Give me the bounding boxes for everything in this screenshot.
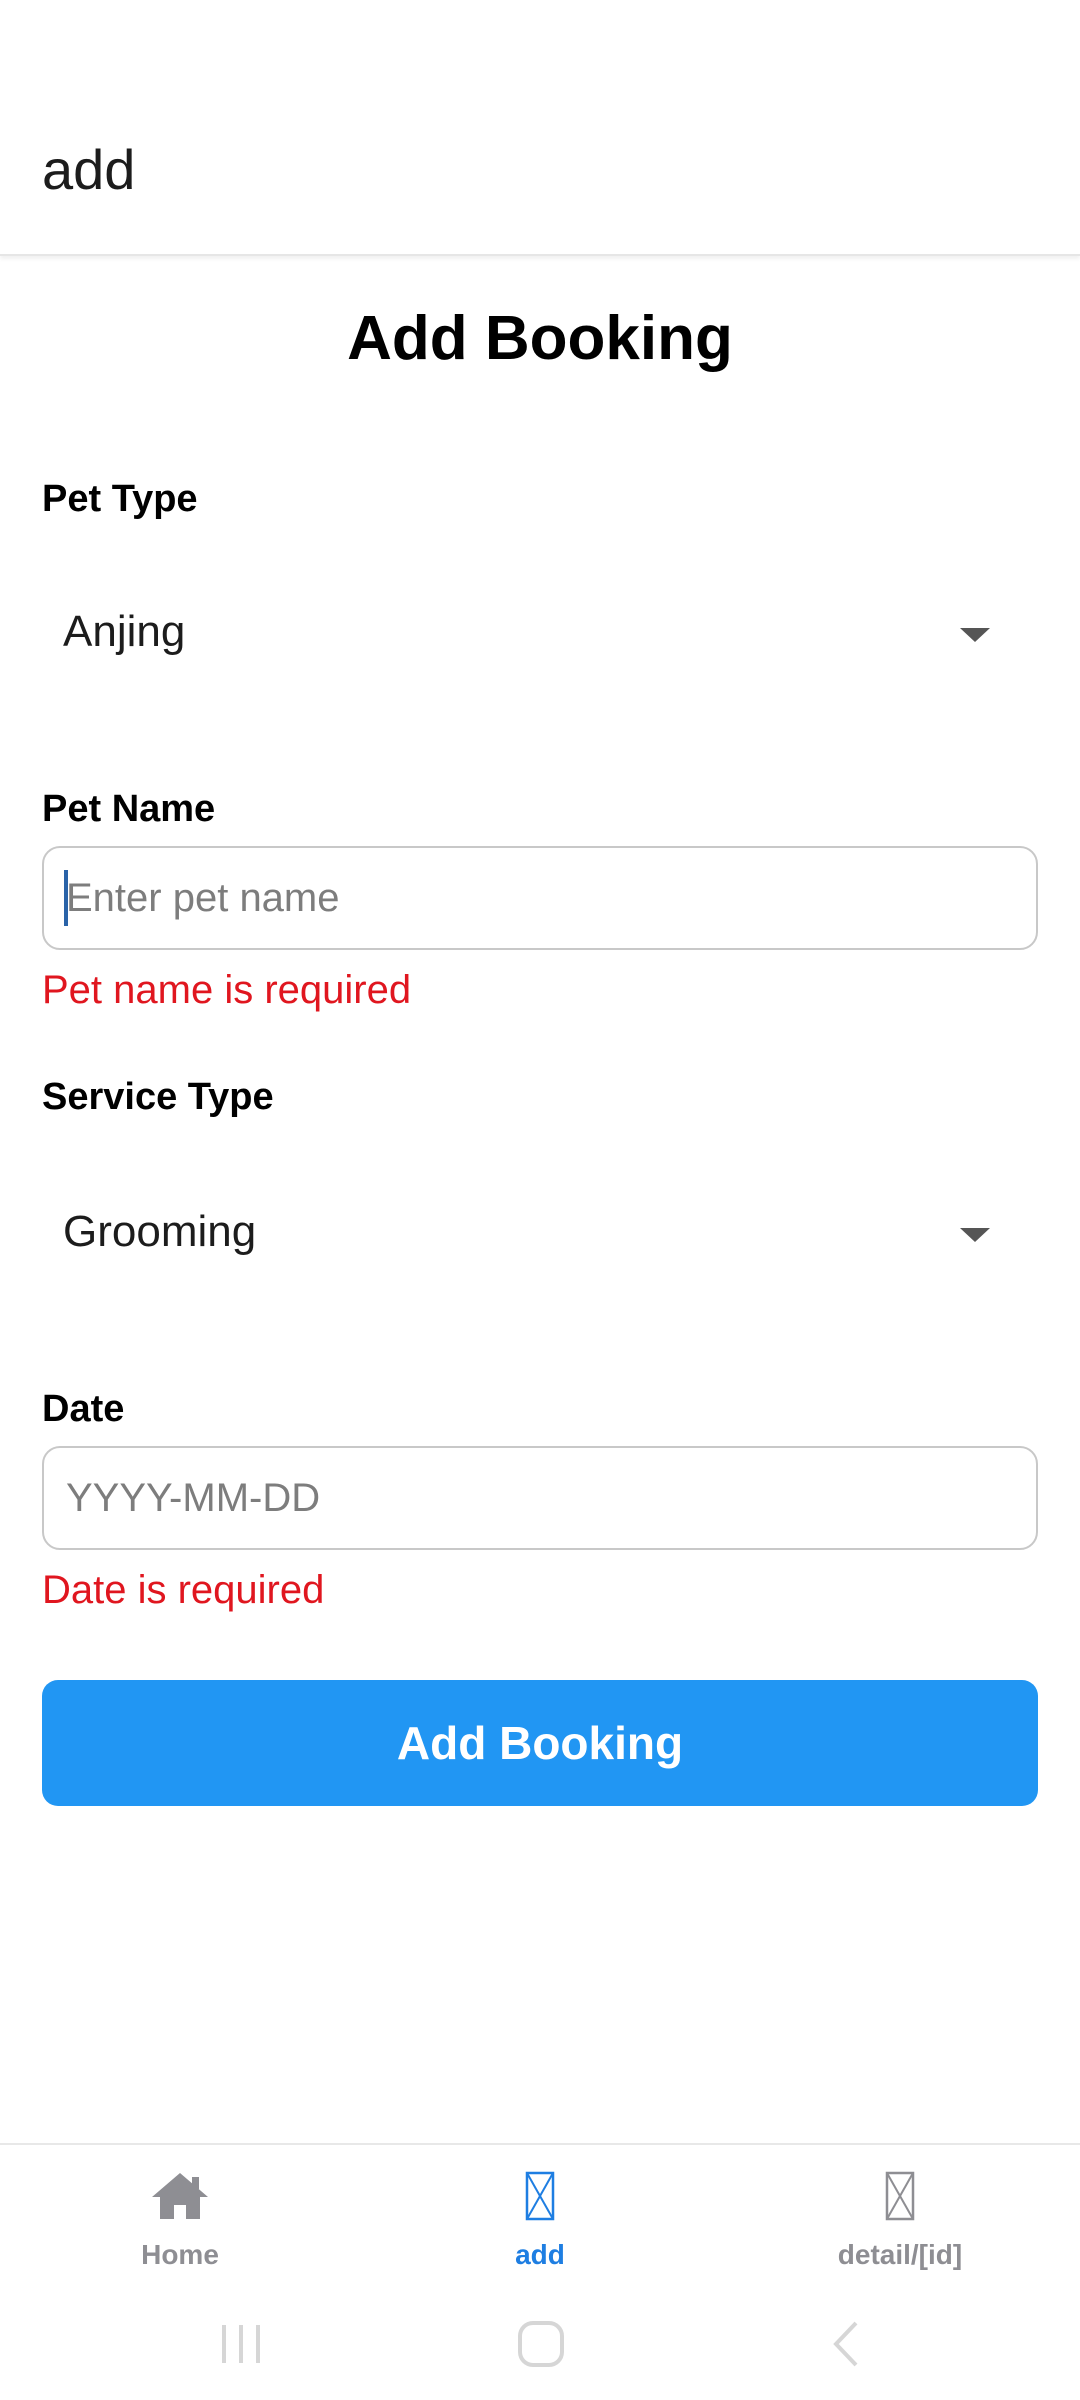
placeholder-icon — [525, 2171, 555, 2226]
pet-name-error: Pet name is required — [42, 968, 412, 1012]
date-label: Date — [42, 1388, 125, 1430]
service-type-label: Service Type — [42, 1076, 274, 1118]
pet-name-input[interactable] — [42, 846, 1038, 950]
tab-detail-label: detail/[id] — [837, 2239, 963, 2270]
bottom-tab-bar: Home add detail/[id] — [0, 2143, 1080, 2295]
system-nav-bar — [0, 2295, 1080, 2400]
home-nav-icon[interactable] — [516, 2319, 566, 2374]
dropdown-caret-icon — [960, 628, 990, 642]
tab-home-label: Home — [141, 2239, 219, 2270]
back-icon[interactable] — [826, 2319, 866, 2374]
service-type-picker[interactable]: Grooming — [42, 1172, 1038, 1292]
tab-add[interactable]: add — [360, 2145, 720, 2297]
pet-type-value: Anjing — [63, 607, 186, 656]
pet-name-label: Pet Name — [42, 788, 216, 830]
service-type-value: Grooming — [63, 1207, 257, 1256]
tab-home[interactable]: Home — [0, 2145, 360, 2297]
dropdown-caret-icon — [960, 1228, 990, 1242]
pet-type-picker[interactable]: Anjing — [42, 572, 1038, 692]
recent-apps-icon[interactable] — [218, 2319, 264, 2374]
date-input[interactable] — [42, 1446, 1038, 1550]
text-cursor — [64, 870, 68, 926]
app-header: add — [0, 60, 1080, 256]
pet-type-label: Pet Type — [42, 478, 198, 520]
status-bar — [0, 0, 1080, 60]
add-booking-button[interactable]: Add Booking — [42, 1680, 1038, 1806]
tab-detail[interactable]: detail/[id] — [720, 2145, 1080, 2297]
page-title: Add Booking — [347, 304, 733, 373]
tab-add-label: add — [515, 2239, 565, 2270]
placeholder-icon — [885, 2171, 915, 2226]
header-title: add — [42, 138, 136, 201]
home-icon — [150, 2171, 210, 2226]
date-error: Date is required — [42, 1568, 325, 1612]
